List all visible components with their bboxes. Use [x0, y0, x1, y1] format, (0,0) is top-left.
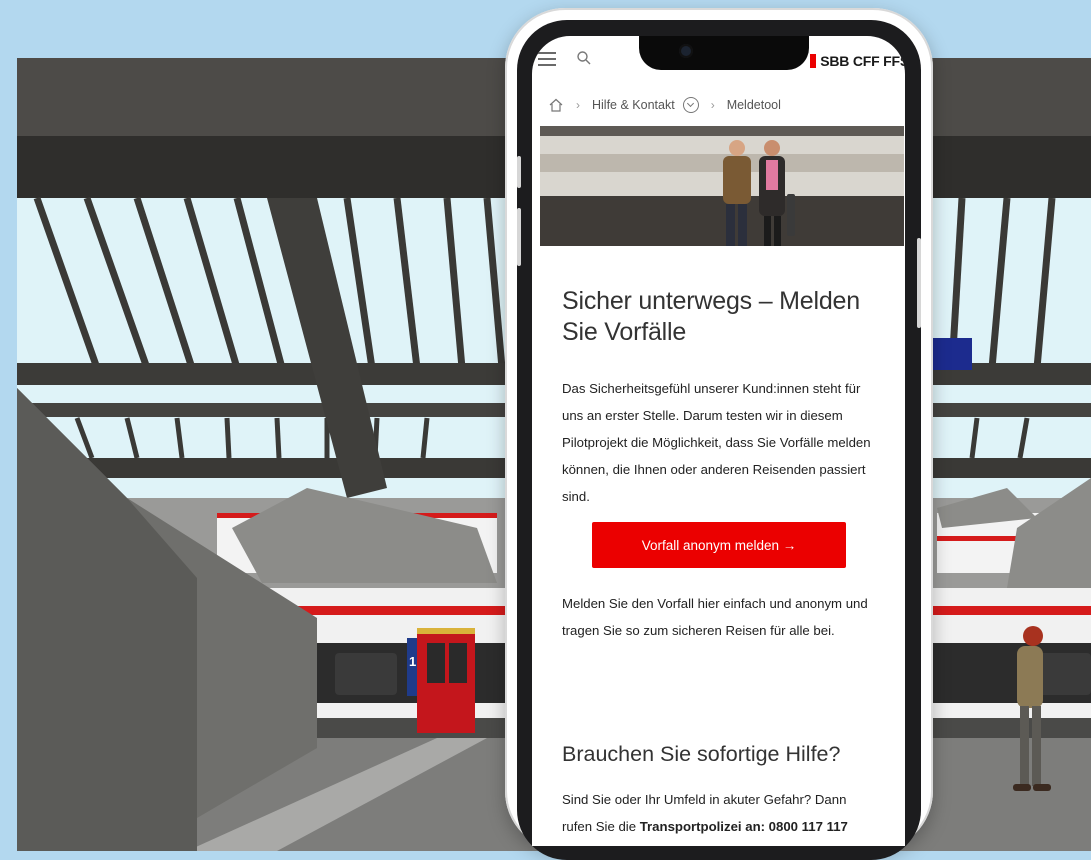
search-icon[interactable] [576, 50, 592, 66]
brand-name: SBB CFF FFS [820, 53, 905, 69]
hero-photo-svg [540, 126, 904, 246]
breadcrumb-hilfe-kontakt[interactable]: Hilfe & Kontakt [592, 98, 675, 112]
help-text-line1: Sind Sie oder Ihr Umfeld in akuter Gefah… [562, 792, 847, 807]
help-text-line2: rufen Sie die Transportpolizei an: 0800 … [562, 813, 892, 840]
main-content: Sicher unterwegs – Melden Sie Vorfälle D… [562, 286, 882, 834]
wagon-number: 1 [409, 654, 416, 669]
phone-screen: SBB CFF FFS › Hilfe & Kontakt › Meldetoo… [532, 36, 905, 846]
phone-side-button [517, 156, 521, 188]
phone-power-button [917, 238, 921, 328]
sbb-logo-mark [810, 54, 817, 68]
chevron-right-icon: › [710, 98, 715, 112]
page-title: Sicher unterwegs – Melden Sie Vorfälle [562, 287, 860, 346]
breadcrumb-meldetool: Meldetool [726, 98, 781, 112]
phone-volume-up [517, 208, 521, 266]
hero-image [540, 126, 904, 246]
transport-police-number[interactable]: Transportpolizei an: 0800 117 117 [640, 819, 848, 834]
sbb-logo[interactable]: SBB CFF FFS [810, 53, 905, 69]
phone-mockup: SBB CFF FFS › Hilfe & Kontakt › Meldetoo… [505, 8, 933, 860]
menu-icon[interactable] [538, 52, 556, 66]
body-text: Melden Sie den Vorfall hier einfach und … [562, 596, 868, 638]
help-heading: Brauchen Sie sofortige Hilfe? [562, 742, 841, 766]
report-incident-button[interactable]: Vorfall anonym melden → [592, 522, 846, 568]
chevron-right-icon: › [576, 98, 580, 112]
breadcrumb: › Hilfe & Kontakt › Meldetool [548, 94, 781, 116]
phone-notch [639, 36, 809, 70]
camera-icon [679, 44, 693, 58]
home-icon[interactable] [548, 97, 564, 113]
intro-text: Das Sicherheitsgefühl unserer Kund:innen… [562, 381, 871, 504]
help-text-prefix: rufen Sie die [562, 819, 640, 834]
chevron-down-icon[interactable] [682, 97, 699, 113]
